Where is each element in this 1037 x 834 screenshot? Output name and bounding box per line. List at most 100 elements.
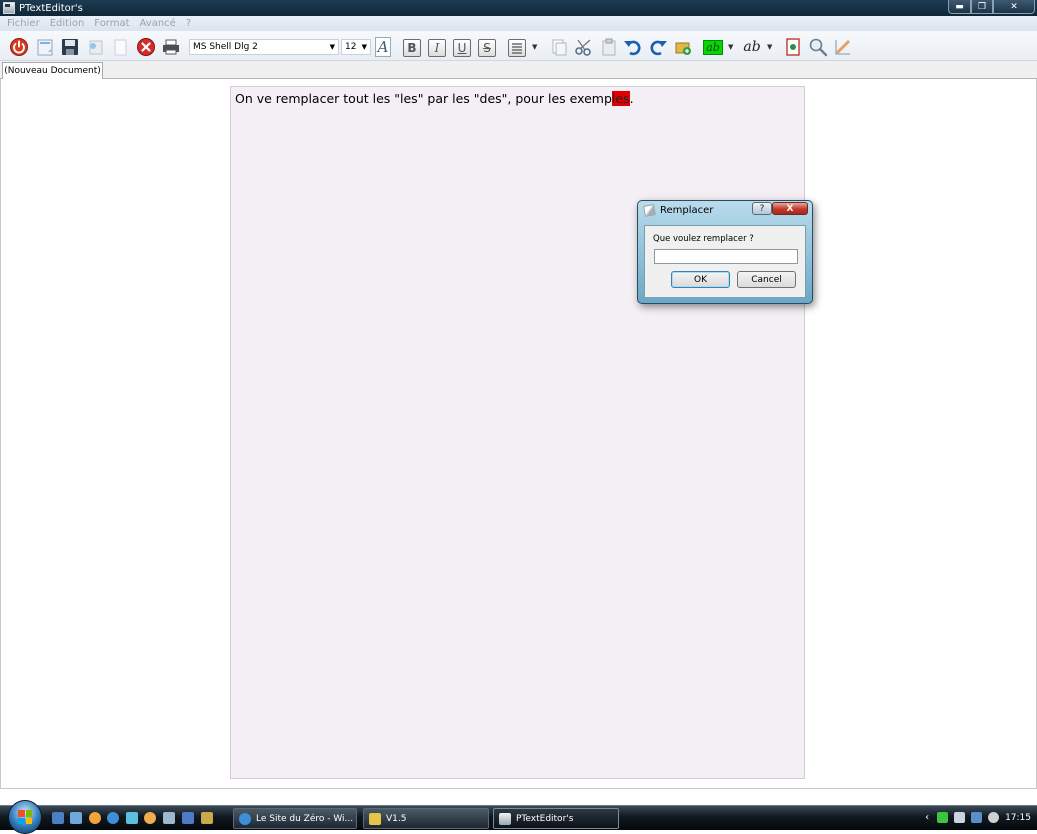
cut-button[interactable] [574,37,594,57]
calculator-icon[interactable] [182,812,194,824]
tab-nouveau-document[interactable]: (Nouveau Document) [2,62,103,79]
dialog-titlebar[interactable]: Remplacer [643,204,714,217]
toolbar: MS Shell Dlg 2 ▼ 12 ▼ A B I U S ▼ ab ▼ a… [0,31,1037,61]
eraser-icon [835,39,851,55]
highlight-button[interactable]: ab [703,37,723,57]
chevron-down-icon: ▼ [329,43,335,51]
new-document-button[interactable] [35,37,55,57]
network-status-icon[interactable] [937,812,949,823]
chevron-left-icon[interactable]: ‹ [925,812,929,823]
font-family-value: MS Shell Dlg 2 [193,42,258,52]
cancel-button[interactable]: Cancel [737,271,796,288]
search-button[interactable] [808,37,828,57]
italic-button[interactable]: I [428,39,446,57]
document-page[interactable]: On ve remplacer tout les "les" par les "… [230,86,805,779]
document-text[interactable]: On ve remplacer tout les "les" par les "… [235,91,634,106]
window-title: PTextEditor's [19,2,83,14]
restore-icon: ❐ [977,1,987,12]
task-label: Le Site du Zéro - Wi... [256,813,354,824]
task-label: V1.5 [386,813,407,824]
font-color-button[interactable]: A [373,37,393,57]
paste-button[interactable] [599,37,619,57]
task-le-site-du-zero[interactable]: Le Site du Zéro - Wi... [233,808,357,829]
menu-format[interactable]: Format [94,18,129,29]
replace-dialog[interactable]: Remplacer ? X Que voulez remplacer ? OK … [637,200,813,304]
task-ptexteditor[interactable]: PTextEditor's [493,808,619,829]
document-text-before: On ve remplacer tout les "les" par les "… [235,91,612,106]
close-button[interactable]: ✕ [993,0,1035,14]
quit-button[interactable] [9,37,29,57]
tab-strip: (Nouveau Document) [0,61,1037,79]
search-icon [809,38,828,57]
app-icon [499,812,511,825]
app-icon [3,2,15,14]
archive-icon[interactable] [201,812,213,824]
scissors-icon [575,39,591,56]
ok-button[interactable]: OK [671,271,730,288]
replace-prompt-label: Que voulez remplacer ? [653,234,754,244]
print-button[interactable] [161,37,181,57]
copy-button[interactable] [549,37,569,57]
power-icon [10,38,28,56]
security-icon[interactable] [954,812,966,823]
font-color-icon: A [374,37,392,57]
preview-button[interactable] [783,37,803,57]
font-size-select[interactable]: 12 ▼ [341,39,371,55]
page-icon [114,39,127,56]
highlight-dropdown-icon[interactable]: ▼ [728,43,733,51]
align-button[interactable] [508,39,526,57]
save-button[interactable] [60,37,80,57]
selected-text: les [611,91,630,106]
pencil-icon [643,204,656,217]
task-v15[interactable]: V1.5 [363,808,489,829]
menu-avance[interactable]: Avancé [140,18,176,29]
connection-icon[interactable] [971,812,983,823]
cancel-icon [137,38,155,56]
clock[interactable]: 17:15 [1005,813,1031,823]
highlight-icon: ab [703,39,723,55]
windows-logo-icon [18,810,32,824]
open-button[interactable] [110,37,130,57]
clear-format-button[interactable] [833,37,853,57]
minimize-button[interactable]: ▬ [948,0,971,14]
network-icon[interactable] [163,812,175,824]
start-button[interactable] [8,800,42,834]
show-desktop-icon[interactable] [52,812,64,824]
menu-edition[interactable]: Edition [50,18,85,29]
align-dropdown-icon[interactable]: ▼ [532,43,537,51]
undo-button[interactable] [623,37,643,57]
text-style-icon: ab [743,39,761,55]
strikethrough-button[interactable]: S [478,39,496,57]
menu-fichier[interactable]: Fichier [7,18,40,29]
replace-icon [675,42,691,55]
redo-button[interactable] [648,37,668,57]
media-player-icon[interactable] [89,812,101,824]
replace-button[interactable] [673,37,693,57]
text-style-button[interactable]: ab [740,37,764,57]
internet-explorer-icon [239,812,251,825]
save-as-button[interactable] [86,37,106,57]
messenger-icon[interactable] [126,812,138,824]
firefox-icon[interactable] [144,812,156,824]
replace-input[interactable] [654,249,798,264]
volume-icon[interactable] [988,812,1000,823]
font-family-select[interactable]: MS Shell Dlg 2 ▼ [189,39,339,55]
dialog-title: Remplacer [660,205,714,216]
window-titlebar[interactable]: PTextEditor's ▬ ❐ ✕ [0,0,1037,16]
font-size-value: 12 [345,42,357,52]
paste-icon [602,38,616,56]
maximize-button[interactable]: ❐ [971,0,993,14]
folder-icon [369,812,381,825]
underline-button[interactable]: U [453,39,471,57]
menu-help[interactable]: ? [186,18,191,29]
dialog-close-button[interactable]: X [772,202,808,215]
internet-explorer-icon[interactable] [107,812,119,824]
bold-button[interactable]: B [403,39,421,57]
switch-windows-icon[interactable] [70,812,82,824]
close-document-button[interactable] [136,37,156,57]
dialog-body: Que voulez remplacer ? OK Cancel [644,225,806,298]
document-text-after: . [629,91,634,106]
dialog-help-button[interactable]: ? [752,202,772,215]
text-style-dropdown-icon[interactable]: ▼ [767,43,772,51]
chevron-down-icon: ▼ [361,43,367,51]
